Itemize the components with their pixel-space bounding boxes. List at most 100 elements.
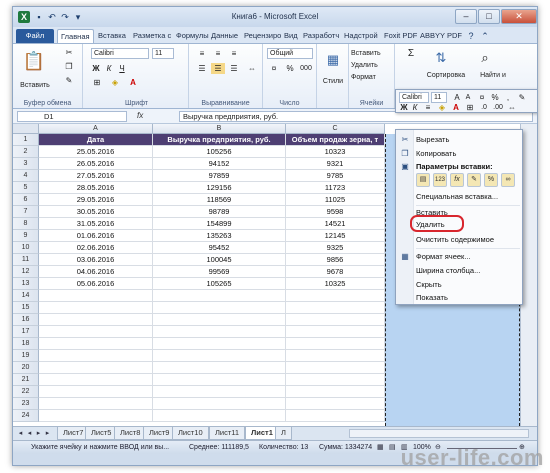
sort-filter-icon[interactable]: ⇅ [429, 48, 453, 68]
sheet-tab[interactable]: Л [275, 427, 292, 440]
tab-home[interactable]: Главная [57, 29, 94, 43]
mini-increase-decimal-icon[interactable]: .0 [478, 102, 490, 113]
align-bottom-icon[interactable]: ≡ [227, 48, 241, 59]
row-header[interactable]: 10 [13, 242, 39, 254]
row-header[interactable]: 15 [13, 302, 39, 314]
menu-item-clear-contents[interactable]: Очистить содержимое [416, 235, 494, 245]
insert-cells-button[interactable]: Вставить [351, 48, 395, 59]
mini-borders-icon[interactable]: ⊞ [464, 102, 476, 113]
underline-icon[interactable]: Ч [117, 63, 127, 74]
data-cell[interactable]: 129156 [153, 182, 286, 194]
tab-view[interactable]: Вид [281, 29, 301, 43]
row-header[interactable]: 20 [13, 362, 39, 374]
number-format-select[interactable]: Общий [267, 48, 313, 59]
empty-cell[interactable] [286, 302, 385, 314]
last-sheet-icon[interactable]: ▸ [43, 429, 52, 439]
empty-cell[interactable] [39, 374, 153, 386]
align-left-icon[interactable]: ☰ [195, 63, 209, 74]
next-sheet-icon[interactable]: ▸ [34, 429, 43, 439]
mini-merge-icon[interactable]: ⇔ [506, 102, 518, 113]
empty-cell[interactable] [153, 290, 286, 302]
data-cell[interactable]: 05.06.2016 [39, 278, 153, 290]
tab-addins[interactable]: Надстрой [341, 29, 381, 43]
column-header[interactable]: C [286, 124, 385, 134]
data-cell[interactable]: 105256 [153, 146, 286, 158]
data-cell[interactable]: 26.05.2016 [39, 158, 153, 170]
tab-formulas[interactable]: Формулы [173, 29, 212, 43]
sheet-tab[interactable]: Лист8 [114, 427, 147, 440]
tab-page-layout[interactable]: Разметка с [130, 29, 174, 43]
data-cell[interactable]: 94152 [153, 158, 286, 170]
row-header[interactable]: 8 [13, 218, 39, 230]
data-cell[interactable]: 11025 [286, 194, 385, 206]
percent-icon[interactable]: % [283, 63, 297, 74]
data-cell[interactable]: 9598 [286, 206, 385, 218]
align-center-icon[interactable]: ☰ [211, 63, 225, 74]
data-cell[interactable]: 25.05.2016 [39, 146, 153, 158]
data-cell[interactable]: 01.06.2016 [39, 230, 153, 242]
format-cells-button[interactable]: Формат [351, 72, 395, 83]
data-cell[interactable]: 28.05.2016 [39, 182, 153, 194]
data-cell[interactable]: 97859 [153, 170, 286, 182]
ribbon-minimize-icon[interactable]: ⌃ [479, 30, 491, 42]
mini-font-color-icon[interactable]: A [450, 102, 462, 113]
column-header[interactable]: B [153, 124, 286, 134]
empty-cell[interactable] [39, 386, 153, 398]
row-header[interactable]: 9 [13, 230, 39, 242]
styles-label[interactable]: Стили [317, 76, 349, 87]
data-cell[interactable]: 29.05.2016 [39, 194, 153, 206]
sort-label[interactable]: Сортировка [421, 70, 471, 81]
empty-cell[interactable] [39, 350, 153, 362]
sheet-tab[interactable]: Лист5 [85, 427, 118, 440]
data-cell[interactable]: 9785 [286, 170, 385, 182]
data-cell[interactable]: 154899 [153, 218, 286, 230]
data-cell[interactable]: 98789 [153, 206, 286, 218]
font-name-select[interactable]: Calibri [91, 48, 149, 59]
mini-fill-color-icon[interactable]: ◈ [436, 102, 448, 113]
find-label[interactable]: Найти и [473, 70, 513, 81]
row-header[interactable]: 19 [13, 350, 39, 362]
row-header[interactable]: 11 [13, 254, 39, 266]
row-header[interactable]: 12 [13, 266, 39, 278]
empty-cell[interactable] [39, 290, 153, 302]
empty-cell[interactable] [153, 410, 286, 422]
tab-abbyy-pdf[interactable]: ABBYY PDF [417, 29, 465, 43]
tab-foxit-pdf[interactable]: Foxit PDF [381, 29, 420, 43]
find-select-icon[interactable]: ⌕ [473, 48, 497, 68]
menu-item-hide[interactable]: Скрыть [416, 280, 442, 290]
fill-color-icon[interactable]: ◈ [109, 77, 121, 88]
empty-cell[interactable] [286, 326, 385, 338]
maximize-button[interactable]: □ [478, 9, 500, 24]
row-header[interactable]: 23 [13, 398, 39, 410]
paste-formulas-button[interactable]: fx [450, 173, 464, 187]
data-cell[interactable]: 03.06.2016 [39, 254, 153, 266]
sheet-tab[interactable]: Лист11 [209, 427, 246, 440]
first-sheet-icon[interactable]: ◂ [16, 429, 25, 439]
autosum-icon[interactable]: Σ [405, 48, 417, 59]
sheet-tab[interactable]: Лист1 [245, 427, 279, 440]
normal-view-icon[interactable]: ▦ [377, 443, 384, 453]
row-header[interactable]: 17 [13, 326, 39, 338]
paste-formatting-button[interactable]: ✎ [467, 173, 481, 187]
empty-cell[interactable] [153, 362, 286, 374]
empty-cell[interactable] [39, 410, 153, 422]
row-header[interactable]: 14 [13, 290, 39, 302]
empty-cell[interactable] [153, 338, 286, 350]
empty-cell[interactable] [39, 326, 153, 338]
mini-italic-icon[interactable]: К [410, 102, 420, 113]
row-header[interactable]: 4 [13, 170, 39, 182]
styles-icon[interactable]: ▦ [323, 50, 343, 70]
data-cell[interactable]: 04.06.2016 [39, 266, 153, 278]
menu-item-show[interactable]: Показать [416, 293, 448, 303]
empty-cell[interactable] [286, 410, 385, 422]
data-cell[interactable]: 14521 [286, 218, 385, 230]
help-icon[interactable]: ? [465, 30, 477, 42]
row-header[interactable]: 1 [13, 134, 39, 146]
font-color-icon[interactable]: A [127, 77, 139, 88]
menu-item-format-cells[interactable]: Формат ячеек... [416, 252, 471, 262]
data-cell[interactable]: 10325 [286, 278, 385, 290]
row-header[interactable]: 3 [13, 158, 39, 170]
data-cell[interactable]: 9325 [286, 242, 385, 254]
paste-percent-button[interactable]: % [484, 173, 498, 187]
data-cell[interactable]: 12145 [286, 230, 385, 242]
